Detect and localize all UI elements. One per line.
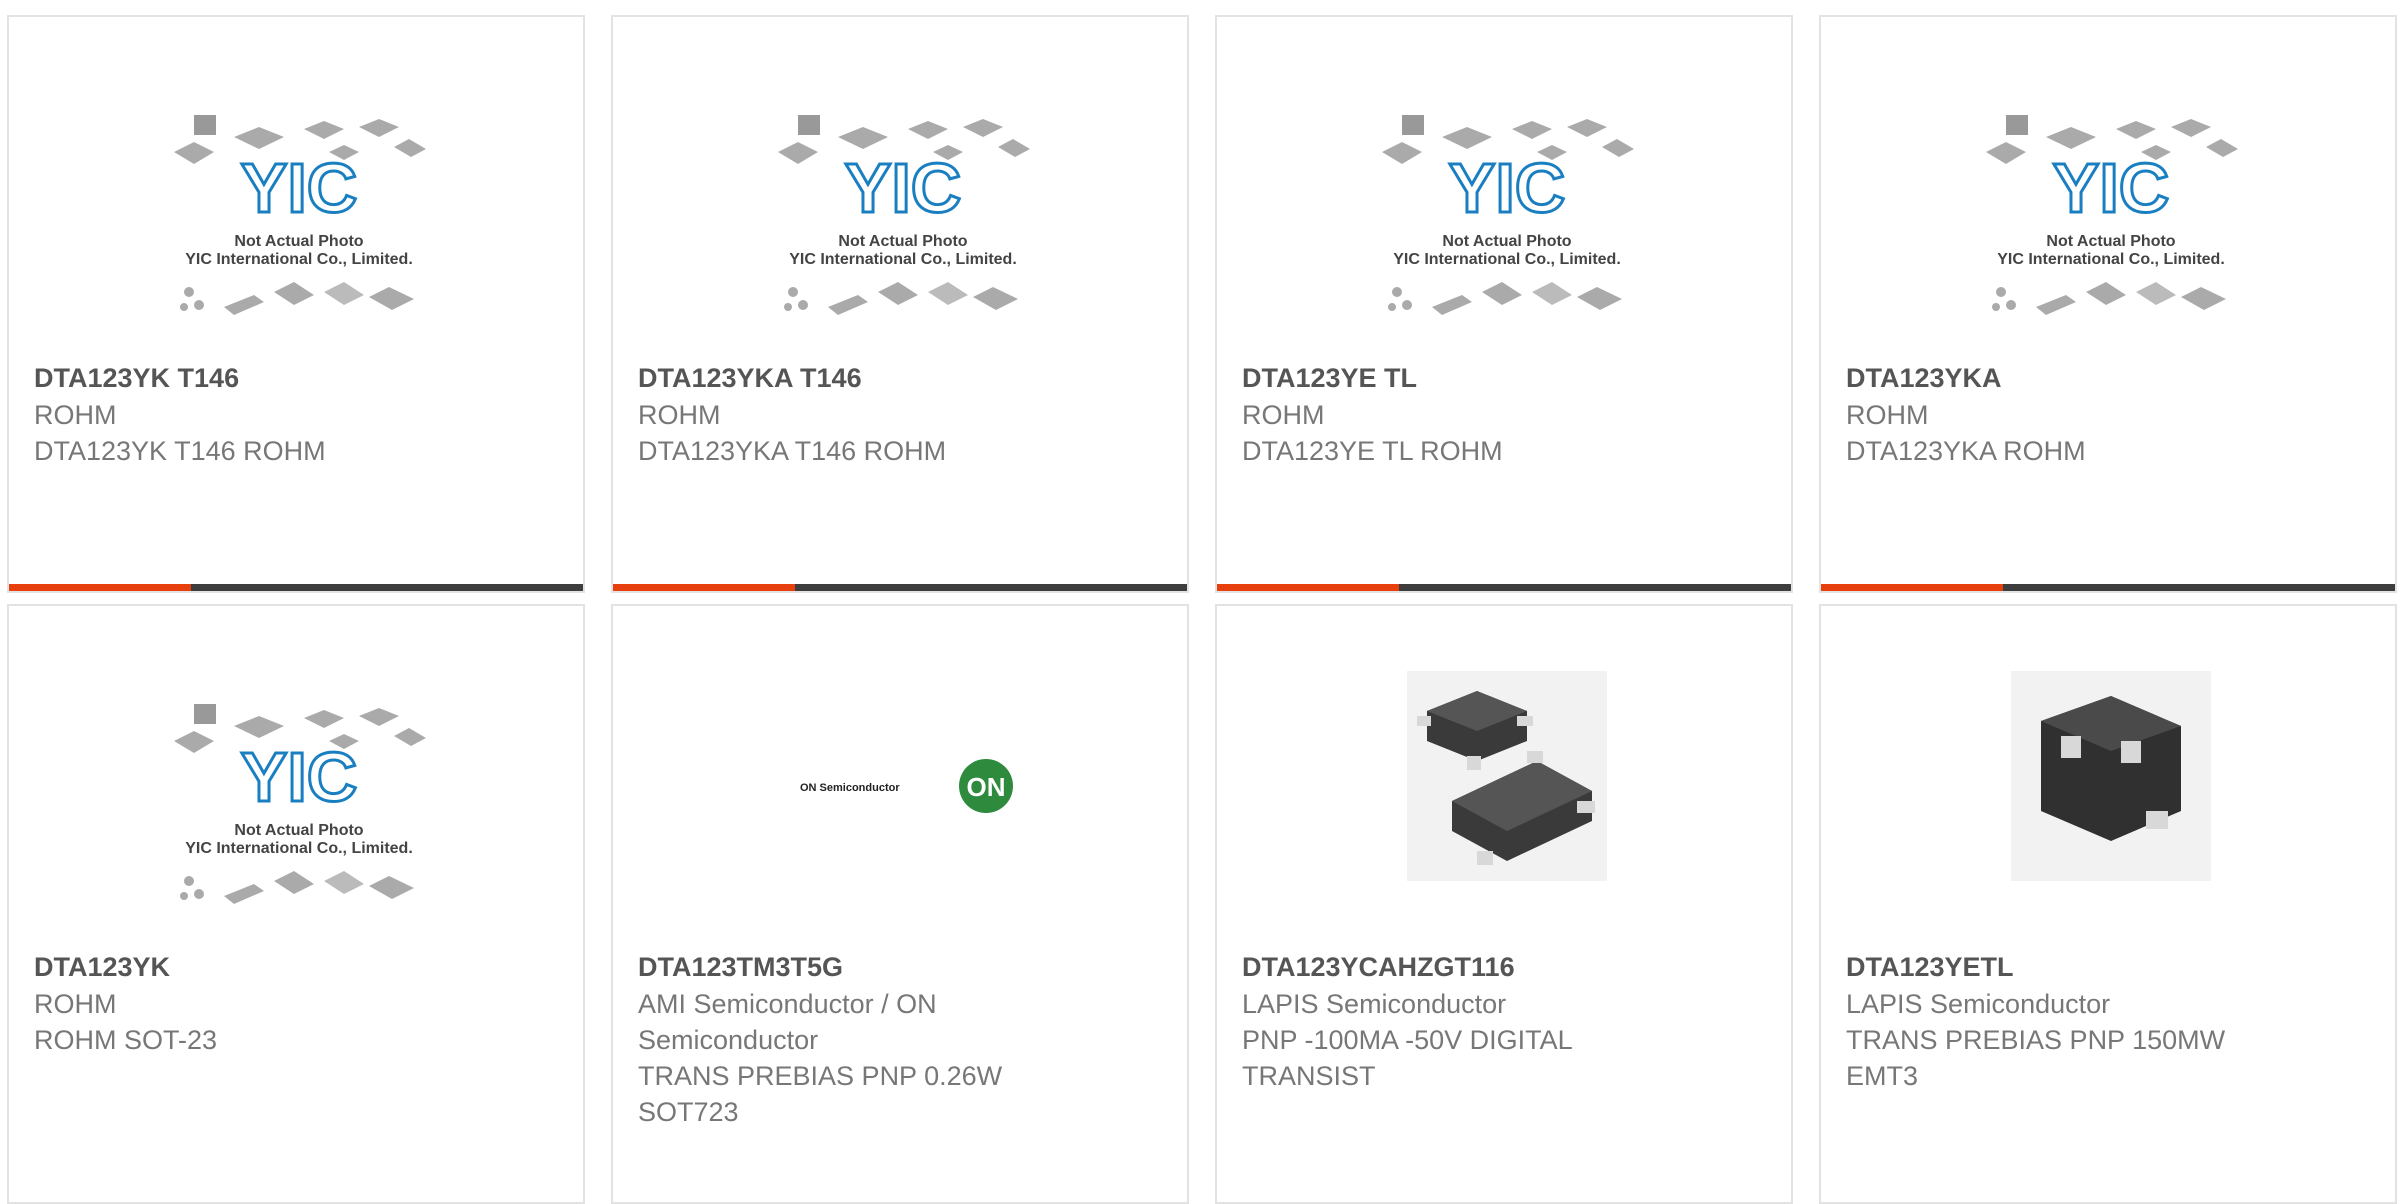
svg-text:YIC International Co., Limited: YIC International Co., Limited.: [1393, 251, 1621, 268]
manufacturer: LAPIS Semiconductor: [1846, 989, 2111, 1019]
svg-text:Not Actual Photo: Not Actual Photo: [234, 822, 363, 839]
manufacturer: ROHM: [34, 400, 117, 430]
bar-accent: [9, 584, 191, 591]
product-info: DTA123YK T146 ROHM DTA123YK T146 ROHM: [34, 360, 554, 469]
part-number-link[interactable]: DTA123YKA: [1846, 360, 2366, 397]
svg-text:ON Semiconductor: ON Semiconductor: [800, 782, 900, 794]
product-card[interactable]: YIC Not Actual Photo YIC International C…: [1215, 15, 1793, 593]
svg-text:YIC: YIC: [241, 738, 358, 816]
product-info: DTA123YKA ROHM DTA123YKA ROHM: [1846, 360, 2366, 469]
product-image-placeholder[interactable]: YIC Not Actual Photo YIC International C…: [9, 17, 583, 347]
product-info: DTA123YKA T146 ROHM DTA123YKA T146 ROHM: [638, 360, 1158, 469]
part-number-link[interactable]: DTA123YCAHZGT116: [1242, 949, 1762, 986]
manufacturer: LAPIS Semiconductor: [1242, 989, 1507, 1019]
description: DTA123YE TL ROHM: [1242, 436, 1503, 466]
emt3-chip-image: [2011, 671, 2211, 881]
part-number-link[interactable]: DTA123YKA T146: [638, 360, 1158, 397]
svg-text:Not Actual Photo: Not Actual Photo: [838, 233, 967, 250]
bar-accent: [613, 584, 795, 591]
manufacturer: ROHM: [638, 400, 721, 430]
product-grid: YIC Not Actual Photo YIC International C…: [0, 0, 2400, 1204]
card-bottom-bar: [613, 584, 1187, 591]
svg-text:YIC International Co., Limited: YIC International Co., Limited.: [185, 251, 413, 268]
description: TRANS PREBIAS PNP 150MW: [1846, 1025, 2226, 1055]
svg-text:YIC International Co., Limited: YIC International Co., Limited.: [1997, 251, 2225, 268]
bar-accent: [1821, 584, 2003, 591]
manufacturer-cont: Semiconductor: [638, 1025, 819, 1055]
svg-text:YIC International Co., Limited: YIC International Co., Limited.: [185, 840, 413, 857]
product-card[interactable]: ON Semiconductor ON DTA123TM3T5G AMI Sem…: [611, 604, 1189, 1204]
product-info: DTA123YE TL ROHM DTA123YE TL ROHM: [1242, 360, 1762, 469]
manufacturer: AMI Semiconductor / ON: [638, 989, 937, 1019]
description: DTA123YK T146 ROHM: [34, 436, 326, 466]
yic-placeholder-image: YIC Not Actual Photo YIC International C…: [778, 115, 1030, 315]
product-card[interactable]: DTA123YCAHZGT116 LAPIS Semiconductor PNP…: [1215, 604, 1793, 1204]
product-image-placeholder[interactable]: YIC Not Actual Photo YIC International C…: [613, 17, 1187, 347]
svg-text:YIC: YIC: [2053, 149, 2170, 227]
sot23-chip-image: [1407, 671, 1607, 881]
description-cont: EMT3: [1846, 1061, 1919, 1091]
product-card[interactable]: YIC Not Actual Photo YIC International C…: [1819, 15, 2397, 593]
description: DTA123YKA T146 ROHM: [638, 436, 947, 466]
bar-accent: [1217, 584, 1399, 591]
product-image[interactable]: [1821, 606, 2395, 936]
description-cont: TRANSIST: [1242, 1061, 1376, 1091]
yic-placeholder-image: YIC Not Actual Photo YIC International C…: [174, 704, 426, 904]
card-bottom-bar: [1821, 584, 2395, 591]
yic-placeholder-image: YIC Not Actual Photo YIC International C…: [1382, 115, 1634, 315]
svg-text:Not Actual Photo: Not Actual Photo: [234, 233, 363, 250]
svg-text:YIC: YIC: [845, 149, 962, 227]
description: TRANS PREBIAS PNP 0.26W: [638, 1061, 1003, 1091]
card-bottom-bar: [9, 584, 583, 591]
product-info: DTA123TM3T5G AMI Semiconductor / ON Semi…: [638, 949, 1158, 1130]
card-bottom-bar: [1217, 584, 1791, 591]
product-image[interactable]: ON Semiconductor ON: [613, 606, 1187, 936]
yic-placeholder-image: YIC Not Actual Photo YIC International C…: [1986, 115, 2238, 315]
svg-text:Not Actual Photo: Not Actual Photo: [1442, 233, 1571, 250]
product-info: DTA123YCAHZGT116 LAPIS Semiconductor PNP…: [1242, 949, 1762, 1094]
description: PNP -100MA -50V DIGITAL: [1242, 1025, 1573, 1055]
svg-text:YIC: YIC: [241, 149, 358, 227]
svg-text:YIC International Co., Limited: YIC International Co., Limited.: [789, 251, 1017, 268]
description: DTA123YKA ROHM: [1846, 436, 2086, 466]
product-card[interactable]: YIC Not Actual Photo YIC International C…: [7, 15, 585, 593]
manufacturer: ROHM: [1242, 400, 1325, 430]
product-info: DTA123YK ROHM ROHM SOT-23: [34, 949, 554, 1058]
svg-text:YIC: YIC: [1449, 149, 1566, 227]
product-info: DTA123YETL LAPIS Semiconductor TRANS PRE…: [1846, 949, 2366, 1094]
product-image[interactable]: [1217, 606, 1791, 936]
part-number-link[interactable]: DTA123YK T146: [34, 360, 554, 397]
product-image-placeholder[interactable]: YIC Not Actual Photo YIC International C…: [1217, 17, 1791, 347]
description-cont: SOT723: [638, 1097, 739, 1127]
part-number-link[interactable]: DTA123TM3T5G: [638, 949, 1158, 986]
part-number-link[interactable]: DTA123YETL: [1846, 949, 2366, 986]
manufacturer: ROHM: [1846, 400, 1929, 430]
product-card[interactable]: DTA123YETL LAPIS Semiconductor TRANS PRE…: [1819, 604, 2397, 1204]
manufacturer: ROHM: [34, 989, 117, 1019]
on-semiconductor-logo: ON Semiconductor ON: [800, 759, 1013, 813]
part-number-link[interactable]: DTA123YE TL: [1242, 360, 1762, 397]
description: ROHM SOT-23: [34, 1025, 218, 1055]
svg-text:Not Actual Photo: Not Actual Photo: [2046, 233, 2175, 250]
part-number-link[interactable]: DTA123YK: [34, 949, 554, 986]
product-image-placeholder[interactable]: YIC Not Actual Photo YIC International C…: [1821, 17, 2395, 347]
yic-placeholder-image: YIC Not Actual Photo YIC International C…: [174, 115, 426, 315]
product-image-placeholder[interactable]: YIC Not Actual Photo YIC International C…: [9, 606, 583, 936]
product-card[interactable]: YIC Not Actual Photo YIC International C…: [7, 604, 585, 1204]
svg-text:ON: ON: [967, 772, 1006, 802]
product-card[interactable]: YIC Not Actual Photo YIC International C…: [611, 15, 1189, 593]
